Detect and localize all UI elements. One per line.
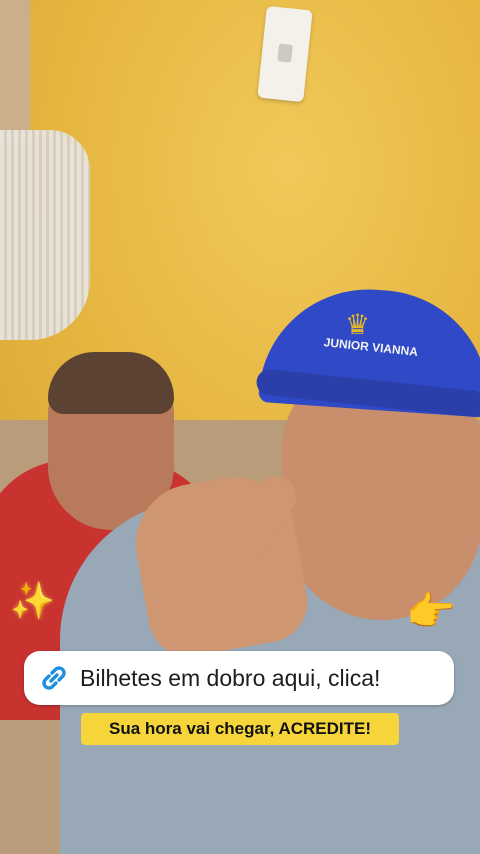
door-frame (0, 0, 30, 140)
caption-text: Sua hora vai chegar, ACREDITE! (109, 719, 371, 738)
link-icon (34, 658, 74, 698)
link-sticker-label: Bilhetes em dobro aqui, clica! (80, 664, 381, 691)
sparkles-icon: ✨ (10, 580, 55, 621)
crown-logo-icon: ♛ (345, 309, 371, 340)
video-frame: ♛ JUNIOR VIANNA ✨ 👉 Bilhetes em dobro aq… (0, 0, 480, 854)
hammock (0, 130, 90, 340)
caption-banner: Sua hora vai chegar, ACREDITE! (81, 713, 399, 745)
link-sticker[interactable]: Bilhetes em dobro aqui, clica! (24, 651, 454, 705)
wall-switch (257, 5, 313, 103)
pointing-hand-icon: 👉 (406, 590, 456, 634)
man-left-hair (48, 352, 174, 414)
